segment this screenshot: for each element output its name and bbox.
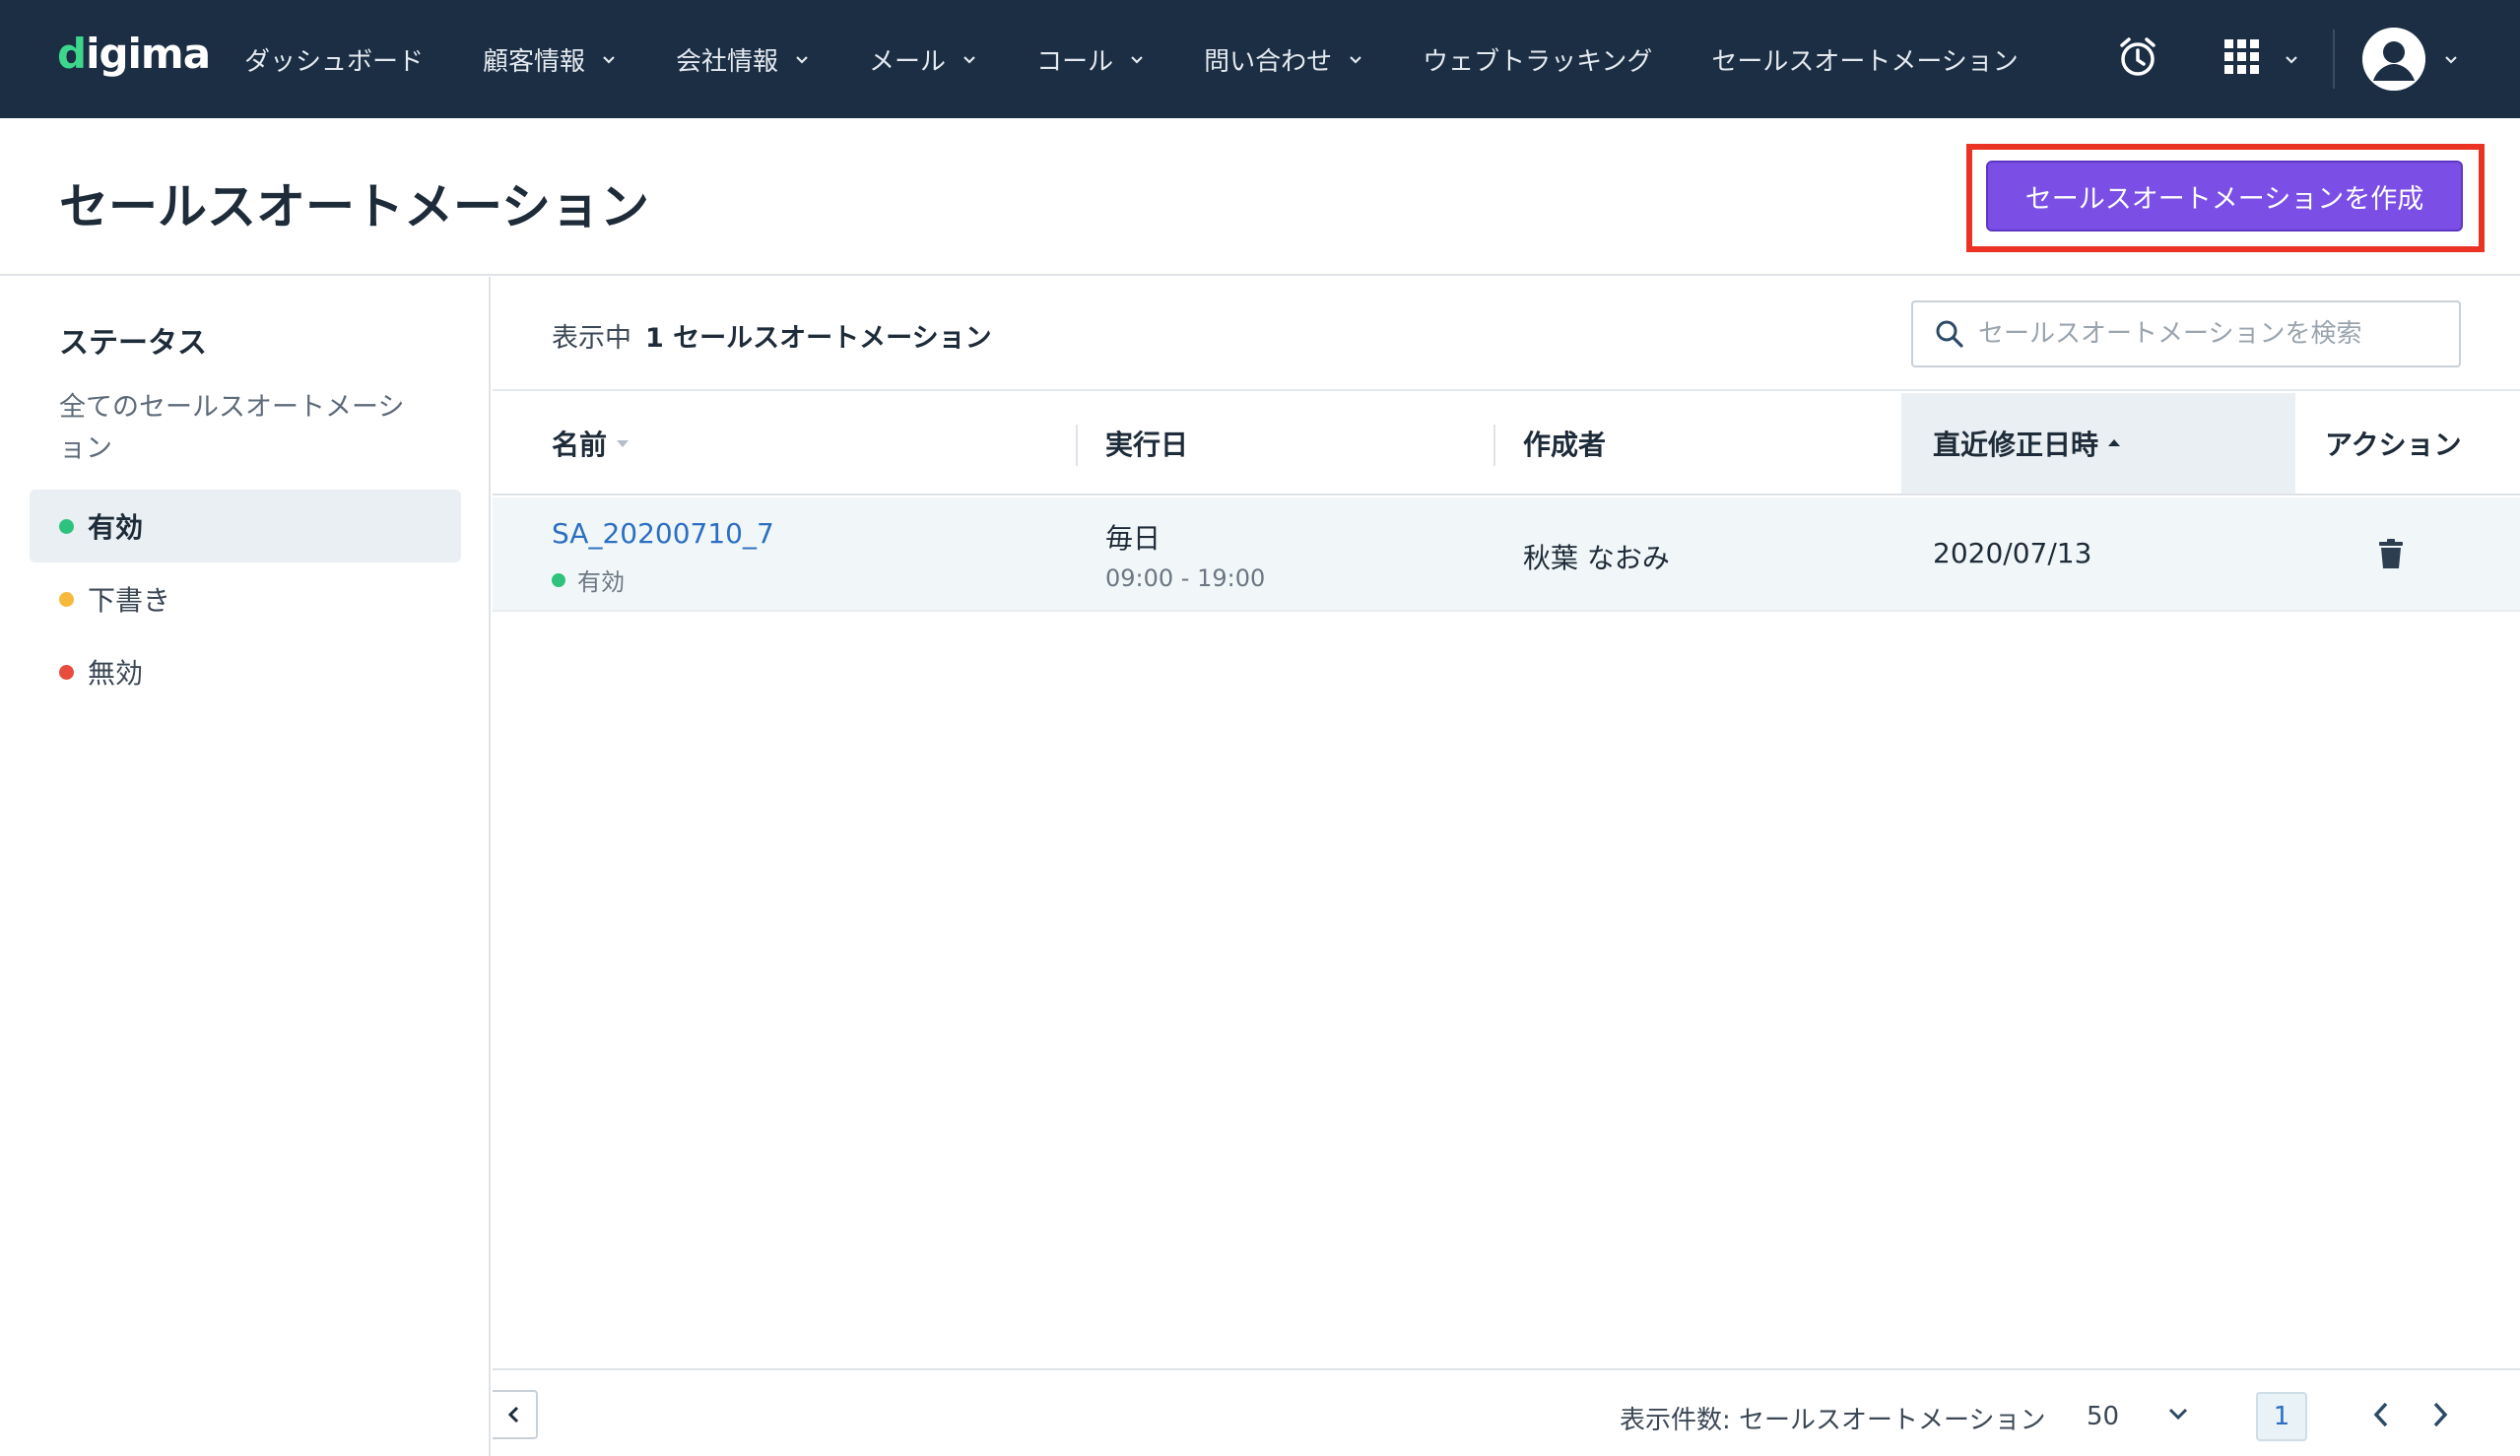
nav-web-tracking[interactable]: ウェブトラッキング bbox=[1423, 0, 1652, 118]
prev-page-icon[interactable] bbox=[2370, 1400, 2392, 1433]
nav-companies[interactable]: 会社情報 bbox=[676, 0, 810, 118]
search-box[interactable] bbox=[1911, 300, 2461, 367]
main-nav: ダッシュボード 顧客情報 会社情報 メール コール 問い合わせ ウェブトラッキン… bbox=[244, 0, 2078, 118]
page-number-current[interactable]: 1 bbox=[2256, 1392, 2307, 1441]
nav-inquiries[interactable]: 問い合わせ bbox=[1204, 0, 1363, 118]
status-dot-green bbox=[552, 572, 565, 587]
sidebar-item-all[interactable]: 全てのセールスオートメーション bbox=[59, 387, 414, 470]
row-author: 秋葉 なおみ bbox=[1523, 542, 1670, 574]
status-dot-yellow bbox=[59, 591, 74, 607]
column-header-name[interactable]: 名前 bbox=[552, 393, 630, 494]
collapse-sidebar-button[interactable] bbox=[493, 1390, 538, 1439]
chevron-down-icon bbox=[1348, 51, 1363, 67]
main-content: 表示中1 セールスオートメーション 名前 実行日 作成者 直近修正日時 アクショ… bbox=[493, 277, 2520, 1456]
sidebar-item-label: 無効 bbox=[88, 657, 144, 690]
row-status: 有効 bbox=[552, 563, 625, 597]
sidebar-item-disabled[interactable]: 無効 bbox=[30, 635, 461, 708]
chevron-down-icon bbox=[794, 51, 810, 67]
chevron-down-icon[interactable] bbox=[2167, 1406, 2189, 1425]
nav-sales-automation[interactable]: セールスオートメーション bbox=[1711, 0, 2018, 118]
nav-dashboard[interactable]: ダッシュボード bbox=[244, 0, 424, 118]
column-header-action: アクション bbox=[2325, 429, 2462, 461]
sort-caret-icon bbox=[617, 440, 630, 447]
search-icon bbox=[1936, 320, 1963, 348]
status-dot-green bbox=[59, 518, 74, 534]
chevron-down-icon bbox=[601, 51, 617, 67]
search-input[interactable] bbox=[1978, 319, 2451, 349]
sidebar-item-label: 有効 bbox=[88, 511, 144, 544]
nav-call[interactable]: コール bbox=[1036, 0, 1145, 118]
sidebar-title: ステータス bbox=[59, 326, 207, 361]
row-exec-time: 09:00 - 19:00 bbox=[1105, 564, 1266, 592]
sidebar-item-active[interactable]: 有効 bbox=[30, 490, 461, 563]
column-separator bbox=[1493, 425, 1495, 466]
per-page-label: 表示件数: セールスオートメーション bbox=[1620, 1406, 2046, 1435]
column-separator bbox=[1076, 425, 1078, 466]
chevron-down-icon[interactable] bbox=[2443, 51, 2459, 71]
user-avatar-icon[interactable] bbox=[2362, 28, 2425, 91]
status-sidebar: ステータス 全てのセールスオートメーション 有効 下書き 無効 bbox=[0, 277, 491, 1456]
column-header-exec[interactable]: 実行日 bbox=[1105, 393, 1188, 494]
result-count: 表示中 1 セールスオートメーション bbox=[552, 323, 992, 354]
nav-customers[interactable]: 顧客情報 bbox=[483, 0, 617, 118]
digima-logo[interactable]: digima bbox=[57, 30, 211, 78]
automation-name-link[interactable]: SA_20200710_7 bbox=[552, 517, 774, 550]
per-page-select[interactable]: 50 bbox=[2087, 1402, 2119, 1431]
status-dot-red bbox=[59, 664, 74, 680]
next-page-icon[interactable] bbox=[2429, 1400, 2451, 1433]
top-navbar: digima ダッシュボード 顧客情報 会社情報 メール コール 問い合わせ ウ… bbox=[0, 0, 2520, 118]
sidebar-item-label: 下書き bbox=[88, 584, 171, 617]
sidebar-item-draft[interactable]: 下書き bbox=[30, 563, 461, 635]
column-header-author[interactable]: 作成者 bbox=[1523, 393, 1606, 494]
nav-mail[interactable]: メール bbox=[869, 0, 977, 118]
table-footer: 表示件数: セールスオートメーション 50 1 bbox=[493, 1368, 2520, 1456]
create-sales-automation-button[interactable]: セールスオートメーションを作成 bbox=[1986, 161, 2463, 232]
column-header-modified[interactable]: 直近修正日時 bbox=[1901, 393, 2295, 494]
page-title: セールスオートメーション bbox=[59, 178, 649, 235]
chevron-down-icon bbox=[962, 51, 977, 67]
results-bar: 表示中 1 セールスオートメーション bbox=[493, 277, 2520, 391]
chevron-down-icon bbox=[1129, 51, 1145, 67]
chevron-left-icon bbox=[507, 1406, 519, 1423]
alarm-clock-icon[interactable] bbox=[2116, 35, 2159, 83]
sort-asc-icon bbox=[2108, 439, 2121, 446]
row-modified-date: 2020/07/13 bbox=[1933, 537, 2092, 569]
nav-divider bbox=[2333, 30, 2335, 89]
chevron-down-icon[interactable] bbox=[2284, 51, 2299, 71]
trash-icon[interactable] bbox=[2378, 539, 2404, 572]
table-header: 名前 実行日 作成者 直近修正日時 アクション bbox=[493, 393, 2520, 496]
apps-grid-icon[interactable] bbox=[2224, 39, 2260, 79]
table-row: SA_20200710_7 有効 毎日 09:00 - 19:00 秋葉 なおみ… bbox=[493, 497, 2520, 612]
row-exec-day: 毎日 bbox=[1105, 522, 1161, 555]
